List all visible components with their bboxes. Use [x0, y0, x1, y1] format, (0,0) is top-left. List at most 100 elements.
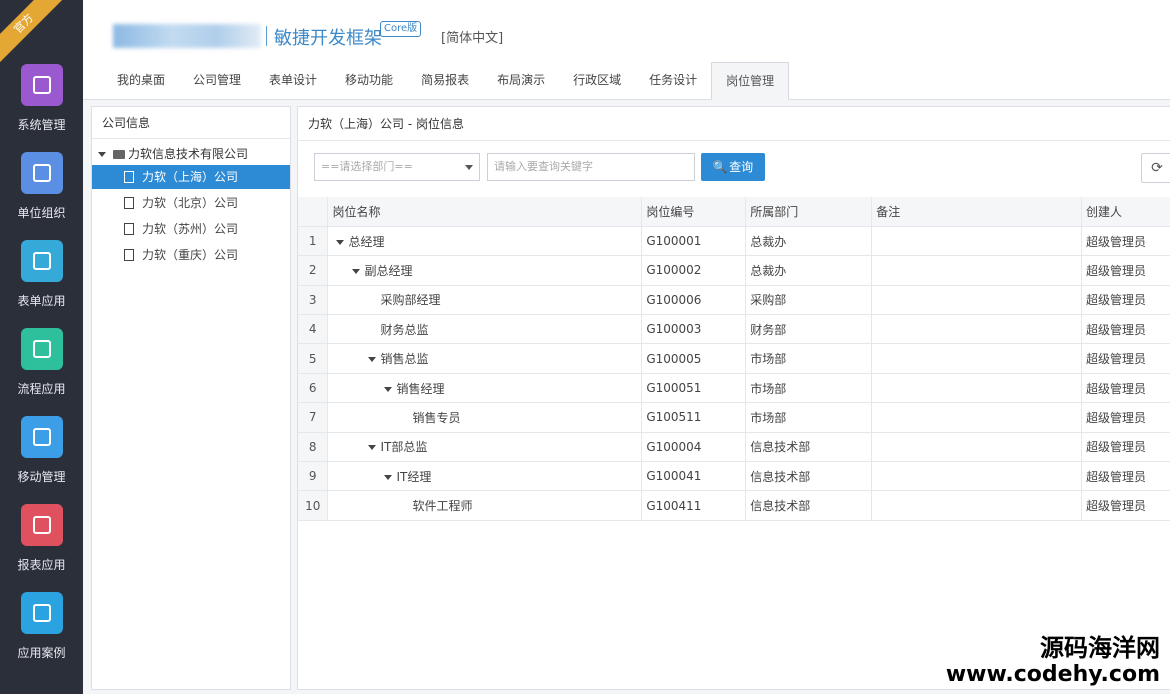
post-code-cell: G100006	[641, 285, 747, 316]
department-select[interactable]: ==请选择部门==	[314, 153, 480, 181]
table-row[interactable]: 4 财务总监 G100003 财务部 超级管理员	[298, 314, 1170, 345]
creator-cell: 超级管理员	[1081, 373, 1170, 404]
post-name-cell: 总经理	[327, 226, 643, 257]
creator-cell: 超级管理员	[1081, 461, 1170, 492]
table-row[interactable]: 6 销售经理 G100051 市场部 超级管理员	[298, 373, 1170, 404]
tab-1[interactable]: 公司管理	[179, 62, 255, 100]
table-row[interactable]: 7 销售专员 G100511 市场部 超级管理员	[298, 402, 1170, 433]
search-input[interactable]: 请输入要查询关键字	[487, 153, 695, 181]
creator-cell: 超级管理员	[1081, 432, 1170, 463]
nav-item-2[interactable]: 表单应用	[0, 240, 83, 328]
nav-item-6[interactable]: 应用案例	[0, 592, 83, 680]
expand-arrow-icon[interactable]	[368, 445, 377, 451]
document-icon	[124, 223, 134, 235]
note-cell	[871, 343, 1083, 374]
tab-0[interactable]: 我的桌面	[103, 62, 179, 100]
watermark-title: 源码海洋网	[1040, 634, 1160, 662]
post-name: 销售总监	[380, 352, 429, 367]
tab-4[interactable]: 简易报表	[407, 62, 483, 100]
table-row[interactable]: 10 软件工程师 G100411 信息技术部 超级管理员	[298, 490, 1170, 521]
department-cell: 总裁办	[745, 226, 873, 257]
post-code-cell: G100002	[641, 255, 747, 286]
cup-icon	[20, 152, 63, 194]
document-icon	[124, 171, 134, 183]
tree-panel-title: 公司信息	[92, 107, 290, 139]
department-cell: 市场部	[745, 373, 873, 404]
expand-arrow-icon[interactable]	[352, 268, 361, 274]
collapse-arrow-icon[interactable]	[98, 152, 106, 157]
official-ribbon: 官方	[0, 0, 70, 70]
left-nav: 官方 系统管理单位组织表单应用 流程应用移动管理报表应用应用案例	[0, 0, 83, 694]
department-cell: 信息技术部	[745, 490, 873, 521]
department-cell: 采购部	[745, 285, 873, 316]
nav-item-label: 移动管理	[17, 470, 66, 484]
tree-node-label: 力软（上海）公司	[142, 170, 239, 184]
note-cell	[871, 255, 1083, 286]
tab-5[interactable]: 布局演示	[483, 62, 559, 100]
column-header[interactable]: 岗位编号	[641, 197, 747, 227]
row-number: 8	[298, 432, 329, 463]
post-name: 销售经理	[396, 381, 445, 396]
tree-node[interactable]: 力软（苏州）公司	[92, 217, 290, 241]
creator-cell: 超级管理员	[1081, 285, 1170, 316]
expand-arrow-icon[interactable]	[384, 474, 393, 480]
table-row[interactable]: 8 IT部总监 G100004 信息技术部 超级管理员	[298, 432, 1170, 463]
tree-node[interactable]: 力软（重庆）公司	[92, 243, 290, 267]
expand-arrow-icon[interactable]	[384, 386, 393, 392]
search-placeholder: 请输入要查询关键字	[494, 160, 593, 173]
nav-item-4[interactable]: 移动管理	[0, 416, 83, 504]
refresh-button[interactable]: ⟳	[1141, 153, 1170, 183]
tab-3[interactable]: 移动功能	[331, 62, 407, 100]
creator-cell: 超级管理员	[1081, 343, 1170, 374]
table-row[interactable]: 9 IT经理 G100041 信息技术部 超级管理员	[298, 461, 1170, 492]
table-row[interactable]: 2 副总经理 G100002 总裁办 超级管理员	[298, 255, 1170, 286]
nav-item-5[interactable]: 报表应用	[0, 504, 83, 592]
post-name: 采购部经理	[380, 293, 441, 308]
post-code-cell: G100003	[641, 314, 747, 345]
table-row[interactable]: 1 总经理 G100001 总裁办 超级管理员	[298, 226, 1170, 257]
row-number: 10	[298, 490, 329, 521]
tree-node[interactable]: 力软（北京）公司	[92, 191, 290, 215]
row-number: 9	[298, 461, 329, 492]
app-window: 官方 系统管理 单位组织 表单应用 流程应用 移动管理 报表应用 应用案例 敏捷开发框架 C…	[0, 0, 1170, 694]
nav-item-label: 单位组织	[17, 206, 66, 220]
tree-root-node[interactable]: 力软信息技术有限公司	[98, 145, 248, 162]
table-row[interactable]: 3 采购部经理 G100006 采购部 超级管理员	[298, 285, 1170, 316]
tree-node[interactable]: 力软（上海）公司	[92, 165, 290, 189]
post-code-cell: G100051	[641, 373, 747, 404]
note-cell	[871, 373, 1083, 404]
tab-6[interactable]: 行政区域	[559, 62, 635, 100]
core-badge: Core版	[380, 21, 422, 37]
department-cell: 信息技术部	[745, 432, 873, 463]
column-header[interactable]: 岗位名称	[327, 197, 643, 227]
column-header[interactable]: 备注	[871, 197, 1083, 227]
table-row[interactable]: 5 销售总监 G100005 市场部 超级管理员	[298, 343, 1170, 374]
tree-node-label: 力软（苏州）公司	[142, 222, 239, 236]
nav-item-0[interactable]: 系统管理	[0, 64, 83, 152]
nav-item-label: 报表应用	[17, 558, 66, 572]
language-switch[interactable]: [简体中文]	[441, 27, 503, 46]
send-icon	[20, 592, 63, 634]
chevron-down-icon	[465, 165, 473, 170]
post-name-cell: 财务总监	[327, 314, 643, 345]
nav-item-3[interactable]: 流程应用	[0, 328, 83, 416]
grid-icon	[20, 240, 63, 282]
tab-7[interactable]: 任务设计	[635, 62, 711, 100]
department-select-value: ==请选择部门==	[321, 160, 413, 173]
folder-icon	[113, 150, 125, 159]
column-header[interactable]: 创建人	[1081, 197, 1170, 227]
post-name: 副总经理	[364, 263, 413, 278]
nav-item-label: 系统管理	[17, 118, 66, 132]
expand-arrow-icon[interactable]	[336, 239, 345, 245]
tab-8[interactable]: 岗位管理	[711, 62, 790, 100]
note-cell	[871, 402, 1083, 433]
expand-arrow-icon[interactable]	[368, 357, 377, 363]
post-name-cell: 销售总监	[327, 343, 643, 374]
nav-item-1[interactable]: 单位组织	[0, 152, 83, 240]
tab-2[interactable]: 表单设计	[255, 62, 331, 100]
query-button[interactable]: 🔍 查询	[701, 153, 765, 181]
column-header[interactable]: 所属部门	[745, 197, 873, 227]
post-name-cell: 采购部经理	[327, 285, 643, 316]
post-name-cell: IT经理	[327, 461, 643, 492]
post-name-cell: 销售经理	[327, 373, 643, 404]
